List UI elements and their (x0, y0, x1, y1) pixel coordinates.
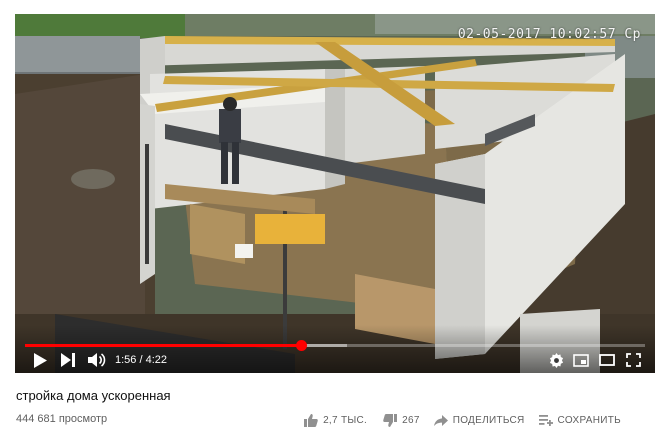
video-player[interactable]: 02-05-2017 10:02:57 Cp 1:56 / 4:22 (15, 14, 655, 373)
progress-bar[interactable] (25, 340, 645, 351)
miniplayer-button[interactable] (572, 351, 590, 369)
next-button[interactable] (59, 351, 77, 369)
video-title: стройка дома ускоренная (16, 388, 171, 403)
dislike-count: 267 (402, 414, 420, 426)
youtube-watch-page: 02-05-2017 10:02:57 Cp 1:56 / 4:22 строй… (0, 0, 669, 439)
settings-icon (549, 352, 563, 368)
theater-icon (599, 354, 615, 366)
volume-button[interactable] (87, 351, 107, 369)
play-button[interactable] (31, 351, 49, 369)
theater-button[interactable] (598, 351, 616, 369)
fullscreen-icon (625, 353, 641, 367)
miniplayer-icon (573, 353, 589, 367)
view-count: 444 681 просмотр (16, 413, 108, 425)
thumb-down-icon (383, 413, 398, 427)
save-label: СОХРАНИТЬ (557, 414, 621, 426)
current-time: 1:56 (115, 354, 137, 366)
thumb-up-icon (304, 413, 318, 427)
save-button[interactable]: СОХРАНИТЬ (538, 414, 621, 426)
playlist-add-icon (538, 414, 553, 426)
time-display: 1:56 / 4:22 (115, 352, 167, 368)
progress-scrubber[interactable] (295, 340, 307, 351)
like-count: 2,7 ТЫС. (323, 414, 368, 426)
like-button[interactable]: 2,7 ТЫС. (304, 413, 368, 427)
play-icon (34, 352, 47, 368)
next-icon (61, 353, 75, 367)
fullscreen-button[interactable] (624, 351, 642, 369)
progress-played (25, 344, 301, 347)
dislike-button[interactable]: 267 (383, 413, 420, 427)
settings-button[interactable] (547, 351, 565, 369)
volume-icon (88, 353, 106, 367)
duration: 4:22 (145, 354, 168, 366)
video-frame (15, 14, 655, 373)
time-separator: / (136, 354, 146, 366)
share-icon (433, 414, 448, 426)
share-button[interactable]: ПОДЕЛИТЬСЯ (433, 414, 525, 426)
share-label: ПОДЕЛИТЬСЯ (452, 414, 525, 426)
video-actions: 2,7 ТЫС. 267 ПОДЕЛИТЬСЯ СОХРАНИТЬ (304, 411, 621, 429)
overlay-timestamp: 02-05-2017 10:02:57 Cp (457, 27, 641, 42)
